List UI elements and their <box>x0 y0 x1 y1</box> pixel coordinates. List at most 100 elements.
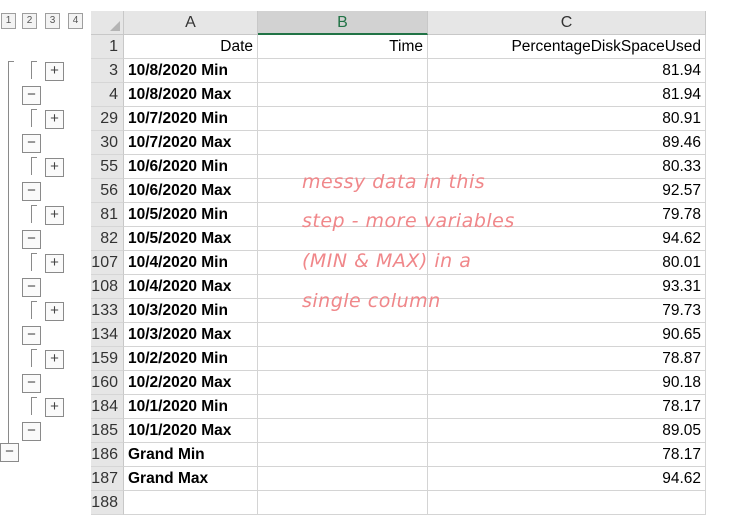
collapse-group-button[interactable]: − <box>22 86 41 105</box>
outline-bracket-line <box>31 205 37 206</box>
outline-level-1-button[interactable]: 1 <box>1 13 16 29</box>
collapse-group-button[interactable]: − <box>22 134 41 153</box>
expand-group-button[interactable]: + <box>45 350 64 369</box>
cell-b[interactable]: Time <box>258 35 428 59</box>
cell-b[interactable] <box>258 443 428 467</box>
column-header-a[interactable]: A <box>124 11 258 35</box>
cell-a[interactable]: 10/5/2020 Min <box>124 203 258 227</box>
column-header-b[interactable]: B <box>258 11 428 35</box>
cell-a[interactable] <box>124 491 258 515</box>
select-all-corner[interactable] <box>91 11 124 35</box>
expand-group-button[interactable]: + <box>45 62 64 81</box>
outline-bracket-line <box>31 301 32 319</box>
cell-a[interactable]: Date <box>124 35 258 59</box>
collapse-group-button[interactable]: − <box>22 374 41 393</box>
row-header[interactable]: 55 <box>91 155 124 179</box>
row-header[interactable]: 3 <box>91 59 124 83</box>
row-header[interactable]: 184 <box>91 395 124 419</box>
outline-level-4-button[interactable]: 4 <box>68 13 83 29</box>
cell-a[interactable]: 10/4/2020 Min <box>124 251 258 275</box>
cell-b[interactable] <box>258 395 428 419</box>
collapse-group-button[interactable]: − <box>22 182 41 201</box>
row-header[interactable]: 187 <box>91 467 124 491</box>
collapse-group-button[interactable]: − <box>22 278 41 297</box>
expand-group-button[interactable]: + <box>45 302 64 321</box>
row-header[interactable]: 134 <box>91 323 124 347</box>
expand-group-button[interactable]: + <box>45 254 64 273</box>
collapse-all-button[interactable]: − <box>0 443 19 462</box>
collapse-group-button[interactable]: − <box>22 422 41 441</box>
cell-a[interactable]: 10/2/2020 Max <box>124 371 258 395</box>
cell-a[interactable]: 10/3/2020 Max <box>124 323 258 347</box>
row-header[interactable]: 159 <box>91 347 124 371</box>
cell-c[interactable]: 81.94 <box>428 59 706 83</box>
cell-c[interactable]: 89.46 <box>428 131 706 155</box>
cell-c[interactable]: 78.17 <box>428 395 706 419</box>
row-header[interactable]: 81 <box>91 203 124 227</box>
cell-c[interactable]: PercentageDiskSpaceUsed <box>428 35 706 59</box>
row-header[interactable]: 56 <box>91 179 124 203</box>
cell-c[interactable] <box>428 491 706 515</box>
cell-a[interactable]: 10/3/2020 Min <box>124 299 258 323</box>
cell-c[interactable]: 89.05 <box>428 419 706 443</box>
select-all-triangle-icon <box>110 21 120 31</box>
expand-group-button[interactable]: + <box>45 206 64 225</box>
cell-a[interactable]: 10/7/2020 Min <box>124 107 258 131</box>
cell-b[interactable] <box>258 83 428 107</box>
collapse-group-button[interactable]: − <box>22 230 41 249</box>
row-header[interactable]: 29 <box>91 107 124 131</box>
cell-b[interactable] <box>258 371 428 395</box>
cell-b[interactable] <box>258 131 428 155</box>
outline-bracket-line <box>8 61 14 62</box>
outline-level-3-button[interactable]: 3 <box>45 13 60 29</box>
expand-group-button[interactable]: + <box>45 110 64 129</box>
row-header[interactable]: 133 <box>91 299 124 323</box>
row-header[interactable]: 185 <box>91 419 124 443</box>
row-header[interactable]: 82 <box>91 227 124 251</box>
cell-a[interactable]: 10/4/2020 Max <box>124 275 258 299</box>
cell-c[interactable]: 81.94 <box>428 83 706 107</box>
expand-group-button[interactable]: + <box>45 158 64 177</box>
cell-c[interactable]: 78.87 <box>428 347 706 371</box>
cell-a[interactable]: 10/6/2020 Min <box>124 155 258 179</box>
cell-c[interactable]: 78.17 <box>428 443 706 467</box>
outline-bracket-line <box>8 61 9 445</box>
row-header[interactable]: 188 <box>91 491 124 515</box>
row-header[interactable]: 160 <box>91 371 124 395</box>
cell-a[interactable]: 10/5/2020 Max <box>124 227 258 251</box>
cell-b[interactable] <box>258 491 428 515</box>
cell-a[interactable]: 10/6/2020 Max <box>124 179 258 203</box>
cell-c[interactable]: 80.91 <box>428 107 706 131</box>
cell-a[interactable]: 10/8/2020 Max <box>124 83 258 107</box>
row-header[interactable]: 186 <box>91 443 124 467</box>
outline-level-2-button[interactable]: 2 <box>22 13 37 29</box>
annotation-line-3: (MIN & MAX) in a <box>302 250 472 272</box>
cell-a[interactable]: 10/7/2020 Max <box>124 131 258 155</box>
row-header[interactable]: 4 <box>91 83 124 107</box>
outline-bracket-line <box>31 397 32 415</box>
cell-c[interactable]: 90.65 <box>428 323 706 347</box>
cell-b[interactable] <box>258 347 428 371</box>
cell-b[interactable] <box>258 59 428 83</box>
row-header[interactable]: 1 <box>91 35 124 59</box>
cell-c[interactable]: 79.73 <box>428 299 706 323</box>
column-header-c[interactable]: C <box>428 11 706 35</box>
row-header[interactable]: 107 <box>91 251 124 275</box>
cell-b[interactable] <box>258 419 428 443</box>
cell-b[interactable] <box>258 107 428 131</box>
collapse-group-button[interactable]: − <box>22 326 41 345</box>
cell-c[interactable]: 90.18 <box>428 371 706 395</box>
cell-c[interactable]: 94.62 <box>428 467 706 491</box>
cell-b[interactable] <box>258 467 428 491</box>
cell-b[interactable] <box>258 323 428 347</box>
expand-group-button[interactable]: + <box>45 398 64 417</box>
cell-a[interactable]: 10/2/2020 Min <box>124 347 258 371</box>
cell-c[interactable]: 93.31 <box>428 275 706 299</box>
cell-a[interactable]: Grand Min <box>124 443 258 467</box>
cell-a[interactable]: Grand Max <box>124 467 258 491</box>
cell-a[interactable]: 10/8/2020 Min <box>124 59 258 83</box>
cell-a[interactable]: 10/1/2020 Min <box>124 395 258 419</box>
cell-a[interactable]: 10/1/2020 Max <box>124 419 258 443</box>
row-header[interactable]: 108 <box>91 275 124 299</box>
row-header[interactable]: 30 <box>91 131 124 155</box>
